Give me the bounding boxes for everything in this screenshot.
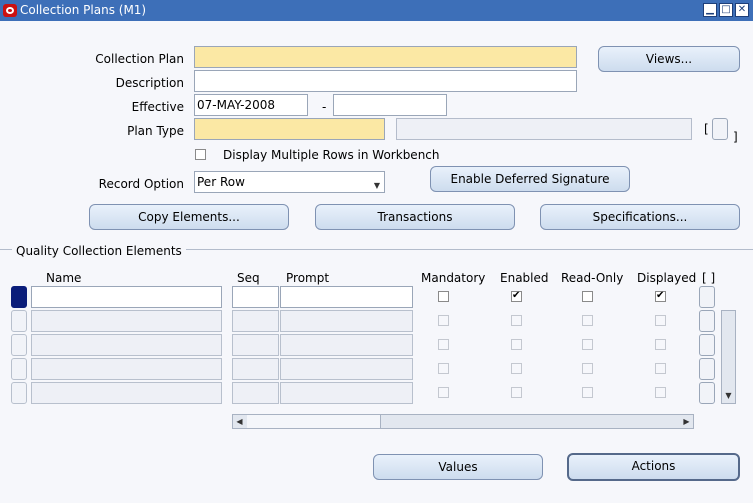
row-flexfield-button[interactable] — [699, 310, 715, 332]
enabled-checkbox[interactable] — [511, 339, 522, 350]
record-option-value: Per Row — [197, 175, 245, 189]
actions-button[interactable]: Actions — [567, 453, 740, 481]
effective-separator: - — [322, 100, 327, 114]
row-indicator[interactable] — [11, 286, 27, 308]
flexfield-bracket-left: [ — [704, 122, 709, 136]
col-header-seq: Seq — [237, 271, 260, 285]
col-header-displayed: Displayed — [637, 271, 697, 285]
scroll-left-icon[interactable]: ◀ — [233, 415, 246, 428]
col-header-folder: [ ] — [702, 271, 716, 285]
element-prompt-cell[interactable] — [280, 286, 413, 308]
description-label: Description — [115, 76, 184, 90]
oracle-logo-icon — [3, 4, 17, 17]
specifications-button[interactable]: Specifications... — [540, 204, 740, 230]
chevron-down-icon[interactable]: ▼ — [374, 176, 380, 192]
element-name-cell[interactable] — [31, 310, 222, 332]
row-indicator[interactable] — [11, 310, 27, 332]
row-flexfield-button[interactable] — [699, 382, 715, 404]
scroll-down-icon[interactable]: ▼ — [722, 389, 735, 402]
scroll-right-icon[interactable]: ▶ — [680, 415, 693, 428]
element-prompt-cell[interactable] — [280, 334, 413, 356]
read-only-checkbox[interactable] — [582, 339, 593, 350]
description-input[interactable] — [194, 70, 577, 92]
plan-type-label: Plan Type — [127, 124, 184, 138]
displayed-checkbox[interactable] — [655, 315, 666, 326]
col-header-name: Name — [46, 271, 82, 285]
plan-type-description — [396, 118, 692, 140]
effective-label: Effective — [131, 100, 184, 114]
element-prompt-cell[interactable] — [280, 358, 413, 380]
element-seq-cell[interactable] — [232, 286, 279, 308]
record-option-label: Record Option — [98, 177, 184, 191]
copy-elements-button[interactable]: Copy Elements... — [89, 204, 289, 230]
mandatory-checkbox[interactable] — [438, 291, 449, 302]
read-only-checkbox[interactable] — [582, 363, 593, 374]
enabled-checkbox[interactable] — [511, 315, 522, 326]
element-seq-cell[interactable] — [232, 382, 279, 404]
effective-from-input[interactable]: 07-MAY-2008 — [194, 94, 308, 116]
views-button[interactable]: Views... — [598, 46, 740, 72]
displayed-checkbox[interactable] — [655, 289, 666, 303]
displayed-checkbox[interactable] — [655, 387, 666, 398]
plan-type-input[interactable] — [194, 118, 385, 140]
horizontal-scrollbar[interactable]: ◀ ▶ — [232, 414, 694, 429]
effective-to-input[interactable] — [333, 94, 447, 116]
enabled-checkbox[interactable] — [511, 387, 522, 398]
window-title: Collection Plans (M1) — [20, 3, 147, 17]
values-button[interactable]: Values — [373, 454, 543, 480]
element-seq-cell[interactable] — [232, 334, 279, 356]
row-flexfield-button[interactable] — [699, 334, 715, 356]
close-icon[interactable]: ✕ — [735, 3, 749, 17]
collection-plan-input[interactable] — [194, 46, 577, 68]
row-indicator[interactable] — [11, 358, 27, 380]
element-prompt-cell[interactable] — [280, 310, 413, 332]
section-title: Quality Collection Elements — [12, 243, 186, 259]
read-only-checkbox[interactable] — [582, 315, 593, 326]
col-header-read-only: Read-Only — [561, 271, 624, 285]
col-header-mandatory: Mandatory — [421, 271, 486, 285]
row-flexfield-button[interactable] — [699, 286, 715, 308]
record-option-select[interactable]: Per Row ▼ — [194, 171, 385, 193]
mandatory-checkbox[interactable] — [438, 315, 449, 326]
horizontal-scroll-thumb[interactable] — [247, 415, 381, 428]
enabled-checkbox[interactable] — [511, 363, 522, 374]
collection-plan-label: Collection Plan — [95, 52, 184, 66]
window-titlebar: Collection Plans (M1) ▁ □ ✕ — [0, 0, 753, 21]
display-multiple-rows-label: Display Multiple Rows in Workbench — [223, 148, 440, 162]
maximize-icon[interactable]: □ — [719, 3, 733, 17]
flexfield-bracket-right: ] — [733, 130, 738, 144]
display-multiple-rows-checkbox[interactable] — [195, 149, 206, 160]
flexfield-button[interactable] — [712, 118, 728, 140]
row-flexfield-button[interactable] — [699, 358, 715, 380]
col-header-prompt: Prompt — [286, 271, 330, 285]
mandatory-checkbox[interactable] — [438, 339, 449, 350]
element-seq-cell[interactable] — [232, 358, 279, 380]
enable-deferred-signature-button[interactable]: Enable Deferred Signature — [430, 166, 630, 192]
element-name-cell[interactable] — [31, 358, 222, 380]
row-indicator[interactable] — [11, 334, 27, 356]
element-name-cell[interactable] — [31, 334, 222, 356]
vertical-scrollbar[interactable]: ▼ — [721, 310, 736, 404]
col-header-enabled: Enabled — [500, 271, 549, 285]
minimize-icon[interactable]: ▁ — [703, 3, 717, 17]
mandatory-checkbox[interactable] — [438, 387, 449, 398]
read-only-checkbox[interactable] — [582, 291, 593, 302]
element-prompt-cell[interactable] — [280, 382, 413, 404]
displayed-checkbox[interactable] — [655, 363, 666, 374]
element-name-cell[interactable] — [31, 382, 222, 404]
read-only-checkbox[interactable] — [582, 387, 593, 398]
displayed-checkbox[interactable] — [655, 339, 666, 350]
row-indicator[interactable] — [11, 382, 27, 404]
transactions-button[interactable]: Transactions — [315, 204, 515, 230]
mandatory-checkbox[interactable] — [438, 363, 449, 374]
element-seq-cell[interactable] — [232, 310, 279, 332]
enabled-checkbox[interactable] — [511, 289, 522, 303]
element-name-cell[interactable] — [31, 286, 222, 308]
